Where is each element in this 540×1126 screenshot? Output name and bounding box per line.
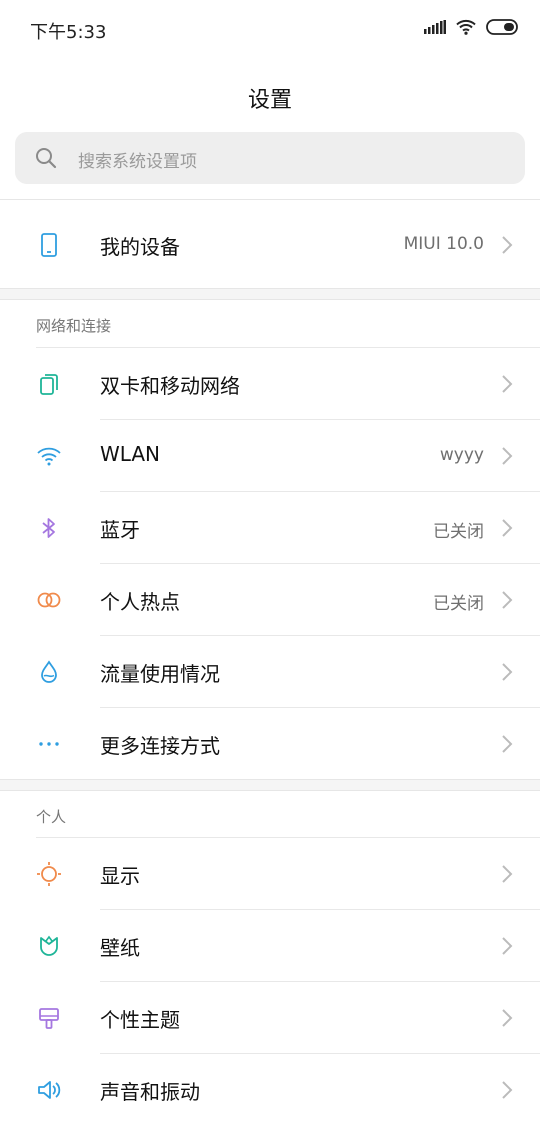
chevron-right-icon [501,1080,513,1100]
row-wallpaper[interactable]: 壁纸 [0,910,540,982]
chevron-right-icon [501,1008,513,1028]
row-bluetooth[interactable]: 蓝牙 已关闭 [0,492,540,564]
row-value: MIUI 10.0 [403,234,484,254]
row-label: 流量使用情况 [100,662,220,686]
theme-icon [36,1005,62,1031]
row-label: 壁纸 [100,936,140,960]
search-icon [35,147,57,169]
section-gap [0,779,540,791]
row-label: 声音和振动 [100,1080,200,1104]
chevron-right-icon [501,235,513,255]
section-header-personal: 个人 [36,808,67,826]
row-sound[interactable]: 声音和振动 [0,1054,540,1126]
row-label: 我的设备 [100,235,180,259]
sound-icon [36,1077,62,1103]
row-value: wyyy [439,445,484,465]
display-icon [36,861,62,887]
row-label: 显示 [100,864,140,888]
row-wlan[interactable]: WLAN wyyy [0,420,540,492]
search-input[interactable]: 搜索系统设置项 [15,132,525,184]
bluetooth-icon [36,515,62,541]
wifi-icon [36,443,62,469]
chevron-right-icon [501,936,513,956]
row-theme[interactable]: 个性主题 [0,982,540,1054]
dual-sim-icon [36,371,62,397]
section-gap [0,288,540,300]
chevron-right-icon [501,518,513,538]
more-icon [36,731,62,757]
chevron-right-icon [501,734,513,754]
row-label: 双卡和移动网络 [100,374,240,398]
status-bar: 下午5:33 [0,0,540,60]
row-dual-sim[interactable]: 双卡和移动网络 [0,348,540,420]
row-label: 个人热点 [100,590,180,614]
row-more-connections[interactable]: 更多连接方式 [0,708,540,780]
row-hotspot[interactable]: 个人热点 已关闭 [0,564,540,636]
status-icons [424,19,520,35]
divider [0,199,540,200]
chevron-right-icon [501,446,513,466]
page-title: 设置 [247,88,292,113]
row-value: 已关闭 [433,594,484,614]
chevron-right-icon [501,864,513,884]
data-usage-icon [36,659,62,685]
hotspot-icon [36,587,62,613]
signal-icon [424,20,446,34]
chevron-right-icon [501,590,513,610]
status-time: 下午5:33 [30,22,107,43]
phone-icon [36,232,62,258]
row-label: 更多连接方式 [100,734,220,758]
row-label: 蓝牙 [100,518,140,542]
row-label: 个性主题 [100,1008,180,1032]
row-value: 已关闭 [433,522,484,542]
search-placeholder: 搜索系统设置项 [78,152,197,172]
chevron-right-icon [501,662,513,682]
battery-icon [486,19,520,35]
wifi-icon [456,19,476,35]
row-label: WLAN [100,442,161,466]
wallpaper-icon [36,933,62,959]
section-header-network: 网络和连接 [36,317,112,335]
row-data-usage[interactable]: 流量使用情况 [0,636,540,708]
row-my-device[interactable]: 我的设备 MIUI 10.0 [0,209,540,281]
chevron-right-icon [501,374,513,394]
row-display[interactable]: 显示 [0,838,540,910]
title-bar: 设置 [0,60,540,132]
